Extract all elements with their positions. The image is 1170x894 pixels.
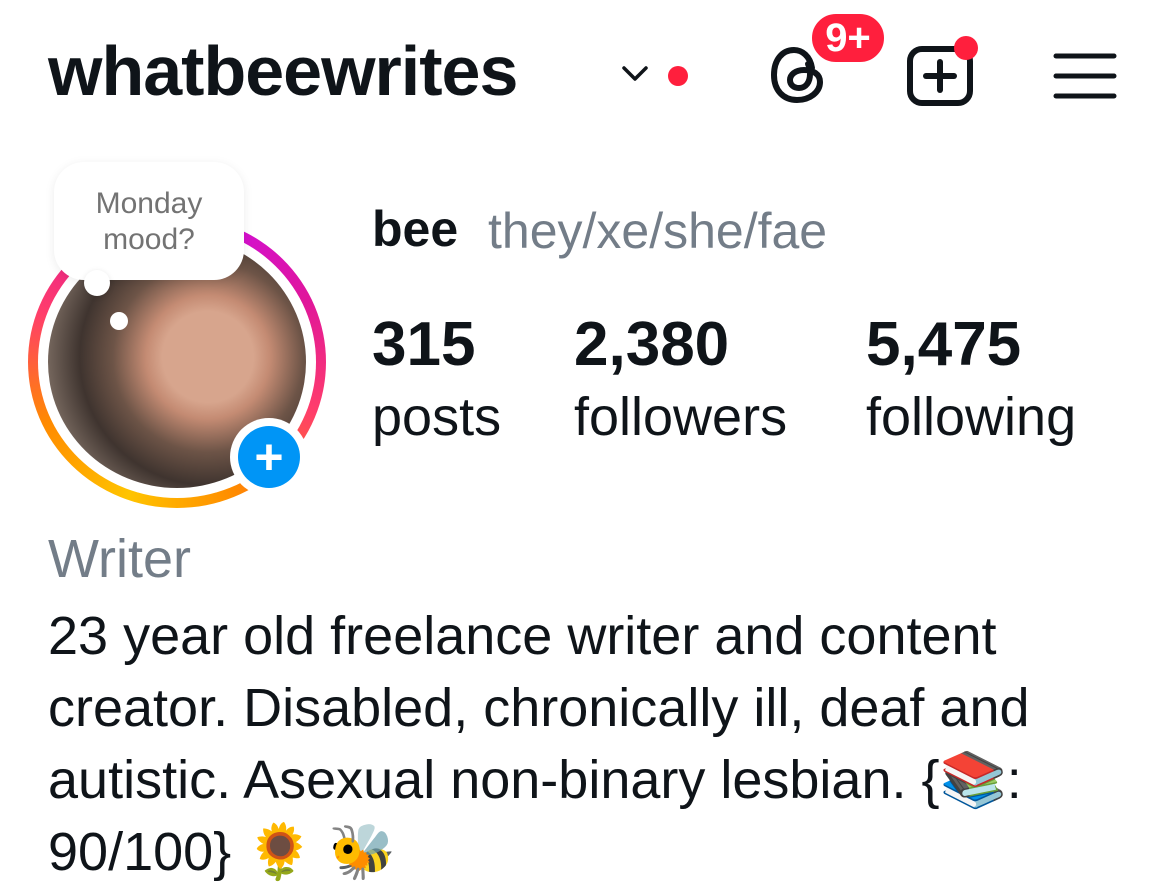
pronouns: they/xe/she/fae [488,203,828,259]
threads-badge: 9+ [808,10,888,66]
display-name: bee [372,201,459,257]
menu-icon[interactable] [1052,50,1118,102]
profile-category: Writer [48,529,191,589]
new-post-notification-dot [954,36,978,60]
bio-text: 23 year old freelance writer and content… [48,606,1030,882]
followers-count[interactable]: 2,380 [574,314,729,376]
chevron-down-icon[interactable] [620,62,650,86]
following-label[interactable]: following [866,390,1076,444]
posts-count[interactable]: 315 [372,314,475,376]
note-bubble-tail-small [110,312,128,330]
note-bubble-tail [84,270,110,296]
followers-label[interactable]: followers [574,390,787,444]
note-text: Monday mood? [95,187,203,256]
profile-username[interactable]: whatbeewrites [48,36,518,106]
add-story-button[interactable]: + [238,426,300,488]
plus-icon: + [254,429,284,485]
posts-label[interactable]: posts [372,390,501,444]
following-count[interactable]: 5,475 [866,314,1021,376]
account-notification-dot [668,66,688,86]
